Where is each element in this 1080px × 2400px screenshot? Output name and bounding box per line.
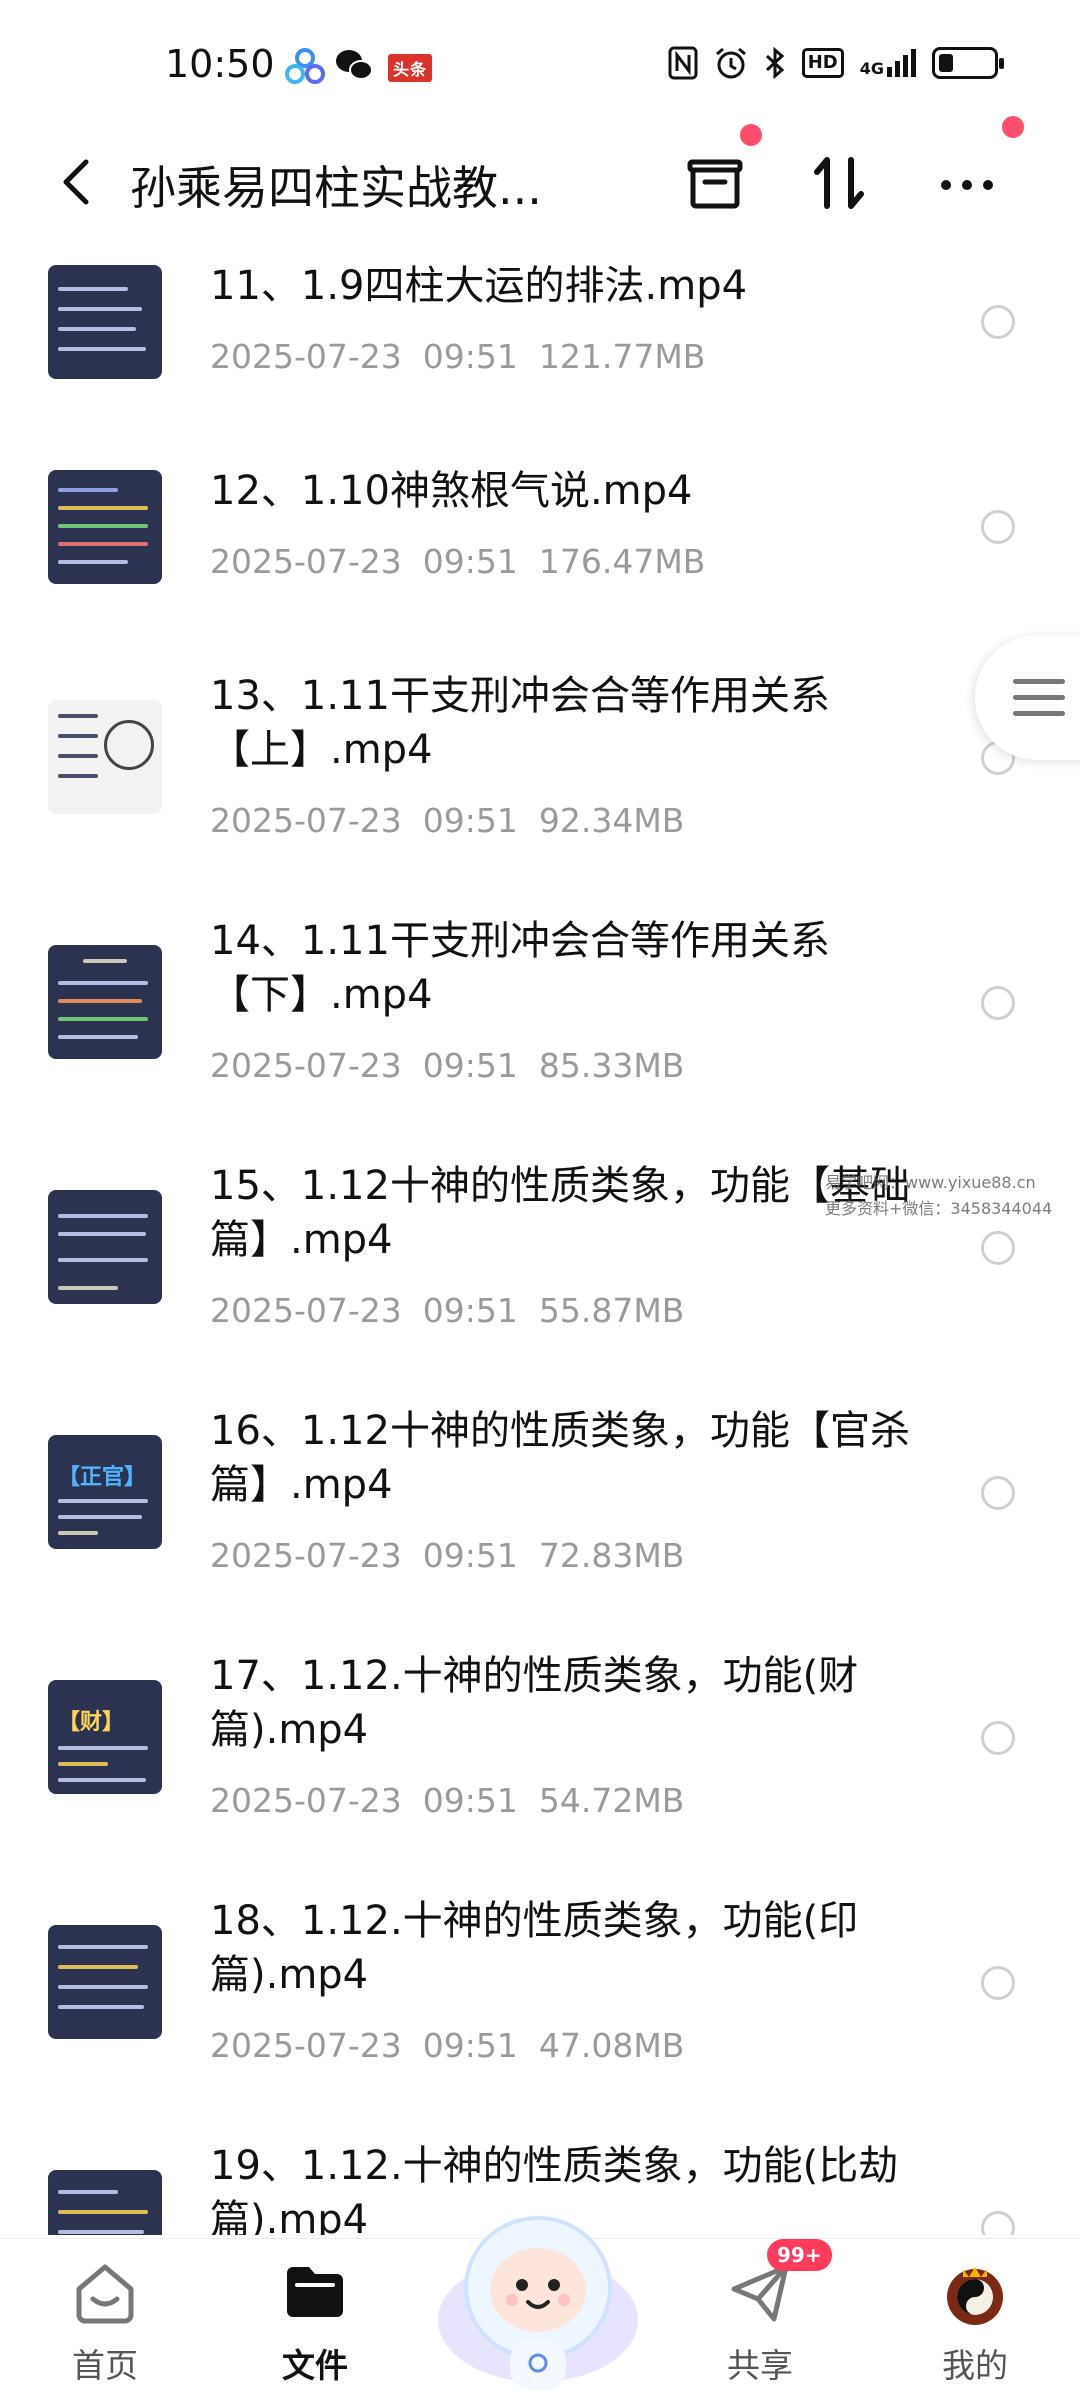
video-thumbnail — [48, 1190, 162, 1304]
file-meta: 2025-07-23 09:51 85.33MB — [210, 1046, 685, 1085]
file-meta: 2025-07-23 09:51 92.34MB — [210, 801, 685, 840]
nfc-icon — [668, 46, 698, 80]
list-item[interactable]: 18、1.12.十神的性质类象，功能(印篇).mp4 2025-07-23 09… — [0, 1880, 1080, 2125]
file-list: 11、1.9四柱大运的排法.mp4 2025-07-23 09:51 121.7… — [0, 245, 1080, 2235]
nav-share-label: 共享 — [727, 2346, 793, 2385]
file-name: 18、1.12.十神的性质类象，功能(印篇).mp4 — [210, 1898, 859, 1998]
list-item[interactable]: 14、1.11干支刑冲会合等作用关系【下】.mp4 2025-07-23 09:… — [0, 900, 1080, 1145]
nav-mine[interactable]: 我的 — [900, 2239, 1050, 2400]
alarm-icon — [715, 47, 746, 79]
file-name: 11、1.9四柱大运的排法.mp4 — [210, 263, 748, 309]
file-meta: 2025-07-23 09:51 54.72MB — [210, 1781, 685, 1820]
status-bar: 10:50 头条 HD 4G — [0, 0, 1080, 130]
clock: 10:50 — [165, 42, 275, 86]
file-meta: 2025-07-23 09:51 176.47MB — [210, 542, 706, 581]
nav-share[interactable]: 99+ 共享 — [685, 2239, 835, 2400]
back-button[interactable] — [48, 152, 108, 212]
sort-icon[interactable] — [805, 148, 875, 218]
select-radio[interactable] — [981, 1966, 1015, 2000]
wechat-icon — [336, 50, 373, 80]
watermark: 易学吧网：www.yixue88.cn 更多资料+微信：3458344044 — [825, 1173, 1053, 1218]
video-thumbnail — [48, 700, 162, 814]
file-meta: 2025-07-23 09:51 47.08MB — [210, 2026, 685, 2065]
video-thumbnail — [48, 265, 162, 379]
notification-dot — [740, 124, 762, 146]
archive-icon[interactable] — [680, 148, 750, 218]
video-thumbnail: 【财】 — [48, 1680, 162, 1794]
list-item[interactable]: 【财】 17、1.12.十神的性质类象，功能(财篇).mp4 2025-07-2… — [0, 1635, 1080, 1880]
page-title: 孙乘易四柱实战教... — [130, 161, 542, 215]
file-name: 14、1.11干支刑冲会合等作用关系【下】.mp4 — [210, 918, 830, 1018]
video-thumbnail — [48, 470, 162, 584]
battery-icon — [932, 47, 1004, 79]
share-badge: 99+ — [767, 2239, 832, 2271]
select-radio[interactable] — [981, 1231, 1015, 1265]
file-name: 17、1.12.十神的性质类象，功能(财篇).mp4 — [210, 1653, 859, 1753]
video-thumbnail — [48, 2170, 162, 2235]
file-meta: 2025-07-23 09:51 55.87MB — [210, 1291, 685, 1330]
select-radio[interactable] — [981, 1476, 1015, 1510]
signal-icon: 4G — [860, 49, 916, 77]
video-thumbnail — [48, 1925, 162, 2039]
list-item[interactable]: 13、1.11干支刑冲会合等作用关系【上】.mp4 2025-07-23 09:… — [0, 655, 1080, 900]
nav-home-label: 首页 — [72, 2346, 138, 2385]
nav-files-label: 文件 — [282, 2346, 348, 2385]
select-radio[interactable] — [981, 305, 1015, 339]
select-radio[interactable] — [981, 510, 1015, 544]
nav-files[interactable]: 文件 — [240, 2239, 390, 2400]
nav-home[interactable]: 首页 — [30, 2239, 180, 2400]
hd-indicator: HD — [801, 48, 844, 78]
select-radio[interactable] — [981, 2211, 1015, 2235]
status-icons: HD 4G — [668, 46, 1004, 80]
toutiao-icon: 头条 — [388, 54, 433, 82]
list-item[interactable]: 【正官】 16、1.12十神的性质类象，功能【官杀篇】.mp4 2025-07-… — [0, 1390, 1080, 1635]
folder-icon — [287, 2267, 343, 2317]
app-notification-icon — [285, 48, 325, 84]
more-icon[interactable] — [932, 148, 1002, 218]
assistant-mascot-button[interactable] — [428, 2170, 648, 2400]
file-name: 15、1.12十神的性质类象，功能【基础篇】.mp4 — [210, 1163, 910, 1263]
avatar — [947, 2267, 1003, 2325]
home-icon — [76, 2264, 134, 2324]
select-radio[interactable] — [981, 1721, 1015, 1755]
video-thumbnail: 【正官】 — [48, 1435, 162, 1549]
header: 孙乘易四柱实战教... — [0, 116, 1080, 240]
file-meta: 2025-07-23 09:51 72.83MB — [210, 1536, 685, 1575]
file-meta: 2025-07-23 09:51 121.77MB — [210, 337, 706, 376]
file-name: 13、1.11干支刑冲会合等作用关系【上】.mp4 — [210, 673, 830, 773]
select-radio[interactable] — [981, 986, 1015, 1020]
file-name: 16、1.12十神的性质类象，功能【官杀篇】.mp4 — [210, 1408, 910, 1508]
file-name: 12、1.10神煞根气说.mp4 — [210, 468, 693, 514]
video-thumbnail — [48, 945, 162, 1059]
nav-mine-label: 我的 — [942, 2346, 1008, 2385]
notification-dot — [1002, 116, 1024, 138]
bluetooth-icon — [765, 46, 784, 80]
